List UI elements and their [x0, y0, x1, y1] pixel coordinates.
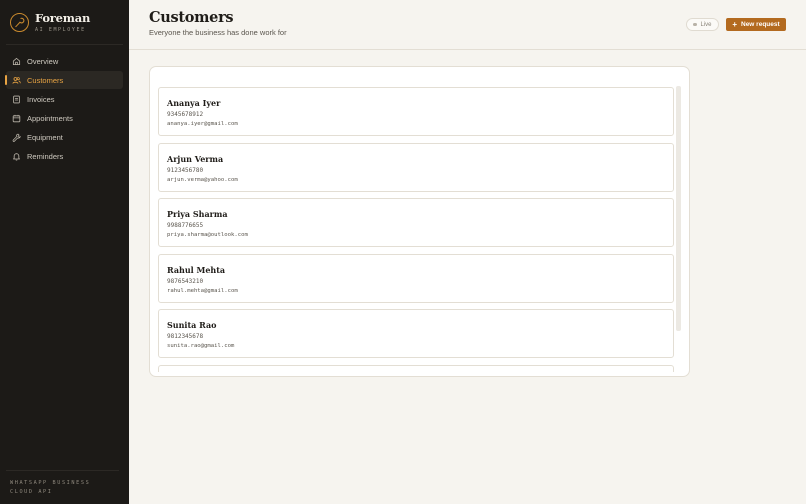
brand[interactable]: Foreman AI EMPLOYEE [10, 12, 90, 33]
list-scrollbar[interactable] [676, 86, 681, 331]
customer-name: Priya Sharma [167, 209, 228, 219]
customer-phone: 9812345678 [167, 333, 204, 340]
customer-name: Rahul Mehta [167, 264, 226, 275]
sidebar-item-label: Appointments [27, 114, 73, 124]
users-icon [12, 76, 21, 85]
sidebar: Foreman AI EMPLOYEE Overview Customers I… [0, 0, 129, 504]
calendar-icon [12, 114, 21, 123]
page-title: Customers [149, 9, 234, 26]
customer-name: Ananya Iyer [167, 98, 221, 108]
customer-list[interactable]: Ananya Iyer 9345678912 ananya.iyer@gmail… [158, 87, 674, 372]
new-request-label: New request [741, 21, 780, 28]
sidebar-item-label: Invoices [27, 94, 55, 104]
sidebar-footer-text: WHATSAPP BUSINESS CLOUD API [10, 480, 91, 495]
new-request-button[interactable]: + New request [726, 18, 786, 31]
customer-email: arjun.verma@yahoo.com [167, 176, 238, 183]
sidebar-item-reminders[interactable]: Reminders [6, 148, 123, 166]
home-icon [12, 57, 21, 66]
invoice-icon [12, 95, 21, 104]
customer-email: ananya.iyer@gmail.com [167, 121, 238, 127]
sidebar-footer-divider [6, 470, 119, 471]
customer-card-partial[interactable] [158, 364, 674, 372]
customer-phone: 9345678912 [167, 111, 204, 118]
customer-card[interactable]: Priya Sharma 9988776655 priya.sharma@out… [158, 198, 674, 247]
brand-subtitle: AI EMPLOYEE [35, 27, 86, 33]
customer-card[interactable]: Rahul Mehta 9876543210 rahul.mehta@gmail… [158, 253, 674, 303]
customer-name: Sunita Rao [167, 320, 217, 330]
wrench-icon [12, 133, 21, 143]
plus-icon: + [732, 19, 737, 29]
sidebar-nav: Overview Customers Invoices Appointments… [5, 52, 123, 167]
customer-phone: 9876543210 [167, 277, 204, 285]
customer-email: priya.sharma@outlook.com [167, 232, 248, 238]
customer-card[interactable]: Ananya Iyer 9345678912 ananya.iyer@gmail… [158, 87, 674, 136]
sidebar-item-label: Overview [27, 56, 59, 66]
sidebar-item-overview[interactable]: Overview [6, 52, 123, 70]
customer-card[interactable]: Arjun Verma 9123456780 arjun.verma@yahoo… [158, 142, 674, 192]
sidebar-item-appointments[interactable]: Appointments [6, 110, 123, 128]
page-header: Customers Everyone the business has done… [129, 0, 806, 50]
brand-logo-icon [10, 13, 29, 32]
sidebar-item-invoices[interactable]: Invoices [6, 90, 123, 108]
sidebar-item-equipment[interactable]: Equipment [6, 129, 123, 147]
bell-icon [12, 152, 21, 161]
sidebar-divider [6, 44, 123, 45]
live-label: Live [700, 21, 712, 28]
customer-phone: 9123456780 [167, 166, 204, 174]
page-subtitle: Everyone the business has done work for [149, 28, 287, 37]
customer-email: sunita.rao@gmail.com [167, 343, 235, 349]
sidebar-item-label: Reminders [27, 152, 64, 162]
sidebar-item-customers[interactable]: Customers [5, 71, 123, 90]
customer-phone: 9988776655 [167, 222, 204, 229]
sidebar-item-label: Customers [27, 75, 64, 85]
sidebar-item-label: Equipment [27, 133, 63, 143]
customer-email: rahul.mehta@gmail.com [167, 287, 238, 294]
brand-name: Foreman [35, 11, 91, 25]
customer-name: Arjun Verma [167, 153, 224, 164]
status-dot-icon [693, 22, 697, 27]
customers-panel: Ananya Iyer 9345678912 ananya.iyer@gmail… [149, 66, 690, 377]
customer-card[interactable]: Sunita Rao 9812345678 sunita.rao@gmail.c… [158, 309, 674, 358]
live-status-badge: Live [686, 18, 719, 31]
